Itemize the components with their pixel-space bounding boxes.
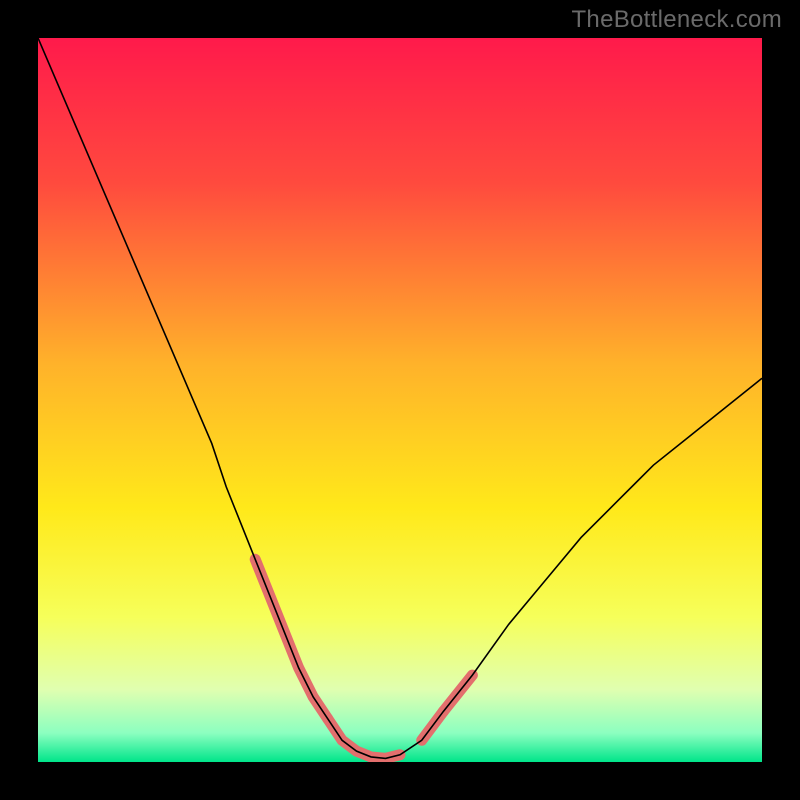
chart-frame: TheBottleneck.com: [0, 0, 800, 800]
bottleneck-chart: [38, 38, 762, 762]
gradient-background: [38, 38, 762, 762]
watermark-label: TheBottleneck.com: [571, 6, 782, 34]
